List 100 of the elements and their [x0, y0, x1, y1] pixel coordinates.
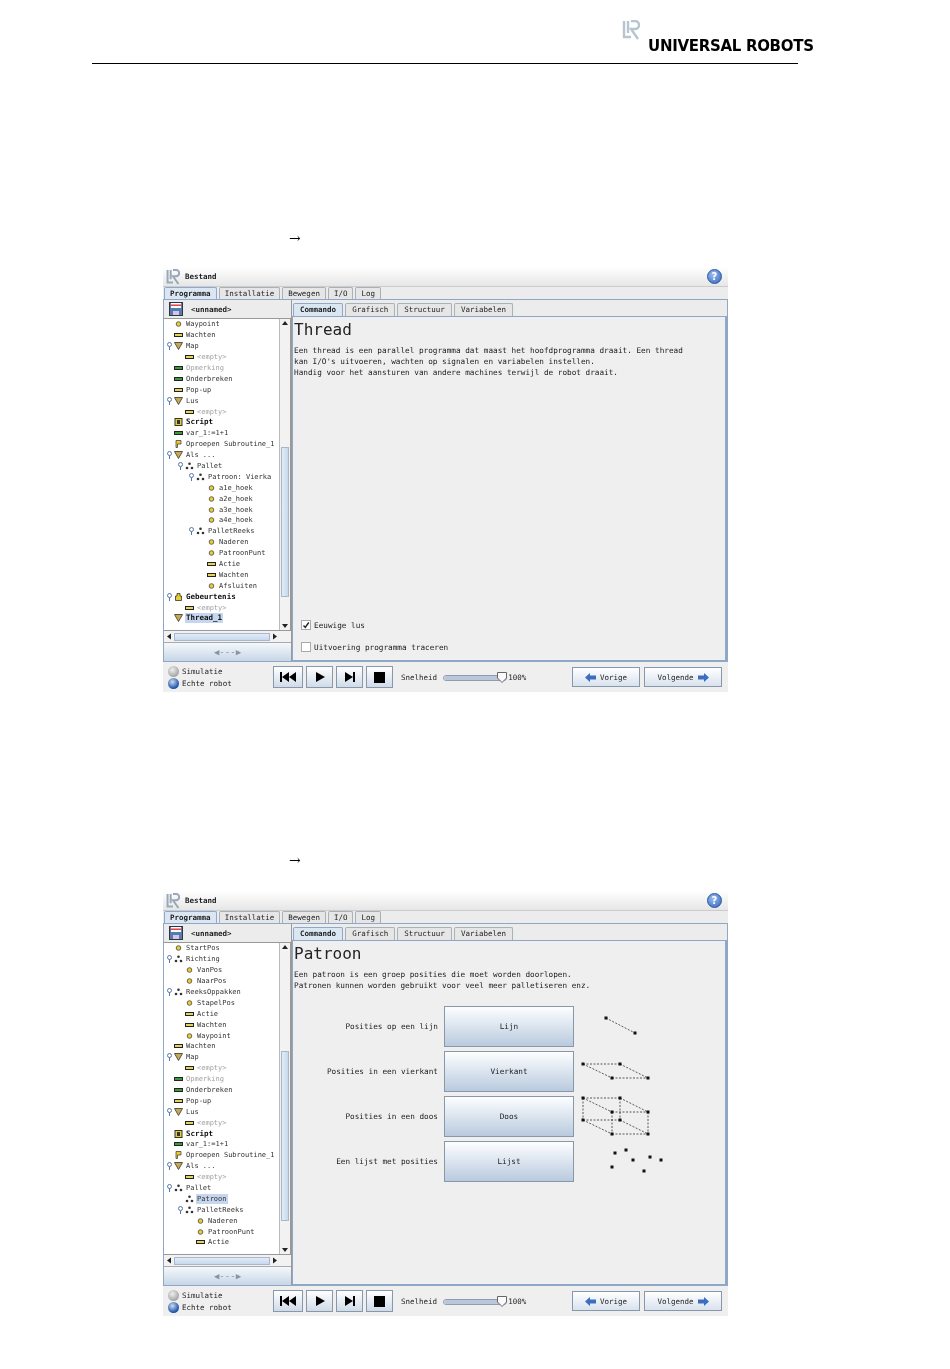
- rewind-button[interactable]: [273, 1290, 303, 1312]
- pin-icon[interactable]: [167, 1184, 172, 1193]
- right-arrow-icon[interactable]: [271, 1256, 279, 1265]
- stop-button[interactable]: [366, 1290, 393, 1312]
- arrow-symbol: →: [289, 231, 302, 245]
- arrow-symbol: →: [289, 853, 302, 867]
- pin-icon[interactable]: [178, 1205, 183, 1214]
- triangle-icon: [174, 1053, 183, 1062]
- up-arrow-icon[interactable]: [280, 943, 290, 951]
- play-icon: [313, 671, 326, 683]
- slider-thumb[interactable]: [497, 1295, 508, 1307]
- triangle-icon: [174, 1107, 183, 1116]
- script-icon: [174, 1129, 183, 1138]
- pin-icon[interactable]: [189, 527, 194, 536]
- pattern-drawing: [610, 1148, 663, 1173]
- checkbox[interactable]: [301, 642, 311, 652]
- circle-icon: [207, 516, 216, 525]
- play-button[interactable]: [306, 1290, 333, 1312]
- stop-icon: [374, 1295, 385, 1307]
- circle-icon: [185, 977, 194, 986]
- rewind-button[interactable]: [273, 666, 303, 688]
- circle-icon: [207, 549, 216, 558]
- pin-icon[interactable]: [167, 988, 172, 996]
- dots-icon: [185, 1194, 194, 1203]
- radio-button[interactable]: [168, 1289, 179, 1301]
- up-arrow-icon[interactable]: [280, 319, 290, 327]
- save-icon[interactable]: [169, 302, 183, 316]
- dots-icon: [196, 527, 205, 536]
- scrollbar[interactable]: [279, 319, 290, 630]
- save-icon[interactable]: [169, 926, 183, 940]
- circle-icon: [207, 538, 216, 547]
- pin-icon[interactable]: [178, 462, 183, 470]
- stop-icon: [374, 671, 385, 683]
- flag-icon: [174, 1151, 183, 1160]
- rewind-icon: [279, 671, 297, 683]
- triangle-icon: [174, 1162, 183, 1171]
- dots-icon: [185, 1205, 194, 1214]
- right-arrow-icon: [697, 672, 709, 682]
- stop-button[interactable]: [366, 666, 393, 688]
- logo-icon: [622, 20, 640, 40]
- radio-button[interactable]: [168, 677, 179, 689]
- dots-icon: [174, 988, 183, 996]
- circle-icon: [196, 1216, 205, 1225]
- speed-slider[interactable]: [443, 671, 508, 683]
- left-arrow-icon[interactable]: [165, 1256, 173, 1265]
- pattern-drawing: [604, 1016, 637, 1035]
- pattern-drawing: [581, 1096, 650, 1136]
- logo-text: UNIVERSAL ROBOTS: [648, 38, 814, 55]
- panel-title: Thread: [294, 319, 353, 341]
- step-button[interactable]: [336, 1290, 363, 1312]
- circle-icon: [207, 483, 216, 492]
- scrollbar[interactable]: [279, 943, 290, 1254]
- left-arrow-icon: [584, 1296, 596, 1306]
- circle-icon: [207, 505, 216, 514]
- right-arrow-icon[interactable]: [271, 632, 279, 641]
- speed-slider[interactable]: [443, 1295, 508, 1307]
- checkbox[interactable]: [301, 620, 311, 630]
- triangle-icon: [174, 396, 183, 405]
- down-arrow-icon[interactable]: [280, 1246, 290, 1254]
- circle-icon: [174, 944, 183, 953]
- circle-icon: [196, 1227, 205, 1236]
- circle-icon: [207, 581, 216, 590]
- slider-thumb[interactable]: [497, 671, 508, 683]
- pin-icon[interactable]: [167, 955, 172, 964]
- play-icon: [313, 1295, 326, 1307]
- pin-icon[interactable]: [167, 451, 172, 460]
- pin-icon[interactable]: [167, 396, 172, 405]
- bar-icon: [174, 364, 183, 372]
- pin-icon[interactable]: [167, 1053, 172, 1062]
- step-icon: [343, 671, 356, 683]
- panel-title: Patroon: [294, 943, 363, 965]
- pin-icon[interactable]: [167, 342, 172, 351]
- circle-icon: [185, 1031, 194, 1040]
- pin-icon[interactable]: [167, 1107, 172, 1116]
- bar-icon: [174, 1086, 183, 1094]
- right-arrow-icon: [697, 1296, 709, 1306]
- down-arrow-icon[interactable]: [280, 622, 290, 630]
- left-arrow-icon[interactable]: [165, 632, 173, 641]
- left-arrow-icon: [584, 672, 596, 682]
- dots-icon: [185, 462, 194, 470]
- scrollbar[interactable]: [164, 1255, 291, 1267]
- dots-icon: [174, 1184, 183, 1193]
- pin-icon[interactable]: [189, 472, 194, 481]
- triangle-icon: [174, 342, 183, 351]
- pin-icon[interactable]: [167, 592, 172, 601]
- radio-button[interactable]: [168, 665, 179, 677]
- pin-icon[interactable]: [167, 1162, 172, 1171]
- script-icon: [174, 418, 183, 427]
- play-button[interactable]: [306, 666, 333, 688]
- dots-icon: [196, 472, 205, 481]
- radio-button[interactable]: [168, 1301, 179, 1313]
- figure-icon: [174, 592, 183, 601]
- circle-icon: [185, 966, 194, 975]
- circle-icon: [185, 998, 194, 1007]
- step-button[interactable]: [336, 666, 363, 688]
- logo-icon: [166, 268, 180, 285]
- rewind-icon: [279, 1295, 297, 1307]
- logo-icon: [166, 892, 180, 909]
- scrollbar[interactable]: [164, 631, 291, 643]
- flag-icon: [174, 440, 183, 449]
